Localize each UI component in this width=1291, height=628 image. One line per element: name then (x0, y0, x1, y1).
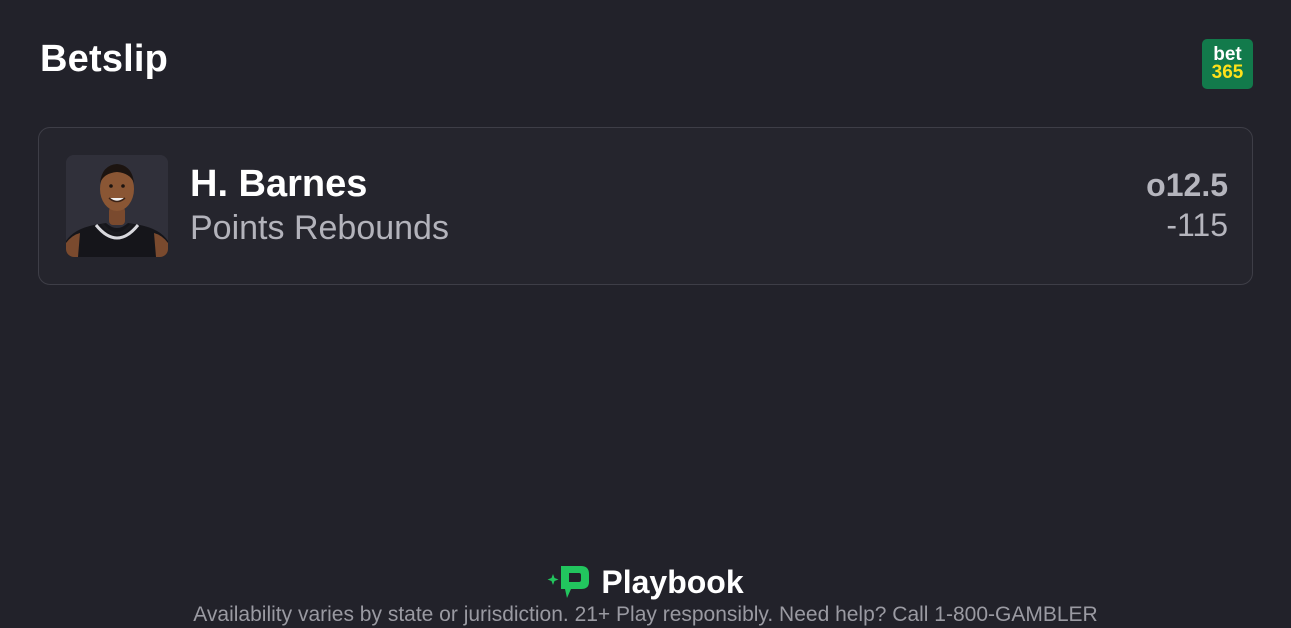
player-avatar (66, 155, 168, 257)
logo-text-line2: 365 (1211, 62, 1244, 83)
bet-market: Points Rebounds (190, 209, 449, 247)
responsible-gaming-disclaimer: Availability varies by state or jurisdic… (193, 603, 1098, 626)
bet365-logo: bet 365 (1202, 39, 1253, 89)
player-headshot-icon (66, 155, 168, 257)
bet-odds: -115 (1166, 207, 1228, 243)
bet-card[interactable]: H. Barnes Points Rebounds o12.5 -115 (38, 127, 1253, 285)
betslip-page: Betslip bet 365 H. Barnes Points Rebound… (0, 0, 1291, 628)
brand-name: Playbook (601, 564, 744, 600)
playbook-logo-icon (547, 566, 590, 598)
player-name: H. Barnes (190, 163, 368, 205)
page-title: Betslip (40, 38, 169, 80)
playbook-brand: Playbook (0, 564, 1291, 600)
bet-line: o12.5 (1146, 167, 1228, 203)
